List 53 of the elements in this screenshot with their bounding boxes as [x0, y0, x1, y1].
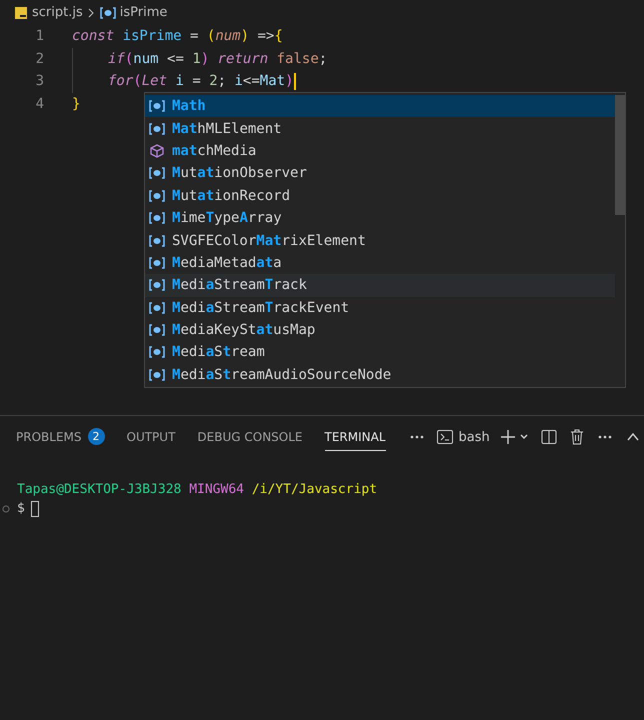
line-number: 3 — [34, 73, 45, 90]
variable-icon — [148, 234, 166, 248]
suggestion-item[interactable]: MediaSt reamAudioSourceNode — [145, 364, 615, 386]
suggestion-item[interactable]: MediaStreamT rackEvent — [145, 296, 615, 319]
variable-icon — [148, 256, 166, 270]
variable-icon — [148, 300, 166, 315]
variable-icon — [148, 368, 166, 382]
breadcrumb-symbol[interactable]: isPrime — [120, 5, 168, 20]
variable-icon — [148, 99, 166, 114]
panel-tab[interactable]: OUTPUT — [126, 424, 176, 450]
prompt-symbol: $ — [17, 501, 25, 516]
code-line: const isPrime = (num) =>{ — [72, 28, 283, 44]
chevron-icon — [86, 6, 95, 18]
suggestion-item[interactable]: MathMLElement — [145, 117, 615, 140]
suggestion-item[interactable]: MediaSt ream — [145, 341, 615, 364]
suggestion-item[interactable]: MediaMetadata — [145, 252, 615, 274]
add-terminal-icon[interactable] — [500, 428, 530, 446]
suggestion-item[interactable]: MutationRecord — [145, 184, 615, 207]
variable-icon — [148, 122, 166, 136]
code-line: for(Let i = 2; i<=Mat) — [108, 73, 294, 90]
variable-icon — [148, 166, 166, 180]
suggestion-item[interactable]: matchMedia — [145, 140, 615, 162]
panel-tab[interactable]: DEBUG CONSOLE — [197, 424, 303, 450]
suggestion-item[interactable]: MimeTypeArray — [145, 206, 615, 230]
suggestion-item[interactable]: MediaKeyStatusMap — [145, 318, 615, 342]
panel-tab[interactable]: TERMINAL — [324, 424, 386, 450]
terminal-prompt-line: Tapas@DESKTOP-J3BJ328 MINGW64 /i/YT/Javascript — [17, 482, 378, 497]
circle-icon — [2, 504, 10, 512]
shell-name[interactable]: bash — [458, 430, 490, 444]
line-number: 1 — [34, 28, 45, 44]
variable-icon — [98, 6, 117, 20]
suggestion-item[interactable]: Math — [145, 95, 615, 118]
line-number: 2 — [34, 50, 45, 67]
panel-tab[interactable]: PROBLEMS 2 — [16, 422, 104, 452]
variable-icon — [148, 323, 166, 338]
split-icon[interactable] — [540, 428, 558, 446]
code-line: if(num <= 1) return false; — [108, 50, 328, 67]
suggestion-item[interactable]: SVGFEColorMat rixElement — [145, 229, 615, 252]
variable-icon — [148, 345, 166, 360]
variable-icon — [148, 278, 166, 292]
javascript-file-icon — [14, 6, 28, 20]
suggestion-item[interactable]: MediaStreamT rack — [145, 274, 615, 297]
variable-icon — [148, 211, 166, 226]
code-line: } — [72, 96, 80, 112]
scrollbar[interactable] — [615, 95, 625, 215]
line-number: 4 — [34, 96, 45, 112]
terminal-cursor — [30, 500, 39, 516]
count-badge: 2 — [88, 428, 104, 445]
terminal-icon[interactable] — [436, 428, 454, 446]
cube-icon — [148, 144, 166, 158]
variable-icon — [148, 188, 166, 203]
breadcrumb-file[interactable]: script.js — [32, 5, 83, 20]
suggestion-item[interactable]: MutationObserver — [145, 162, 615, 185]
